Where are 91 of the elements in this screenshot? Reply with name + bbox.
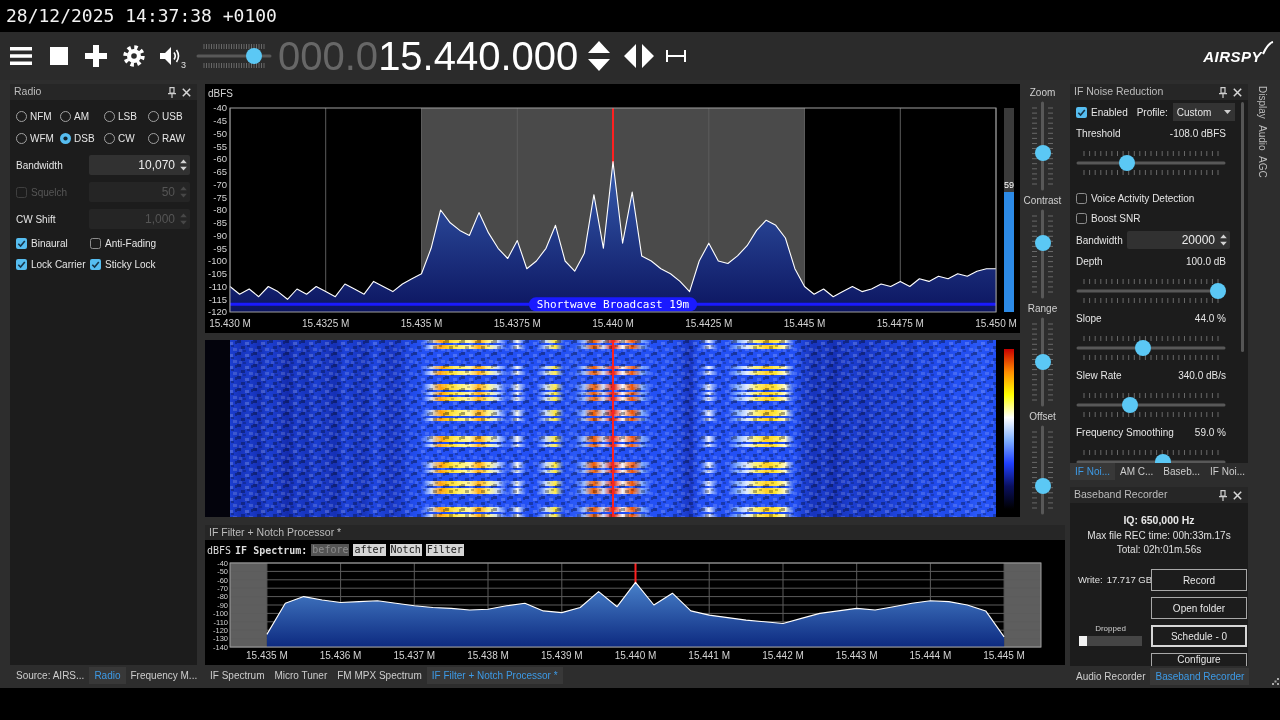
axis-tick-label: -50 [213, 127, 227, 139]
field-label: Bandwidth [1076, 233, 1124, 248]
checkbox-label: Voice Activity Detection [1091, 191, 1195, 206]
axis-tick-label: -120 [208, 306, 227, 318]
mode-label: DSB [74, 131, 95, 146]
recorder-info-text: IQ: 650,000 Hz [1123, 514, 1195, 526]
axis-tick-label: 15.430 M [209, 318, 251, 329]
axis-tick-label: 15.440 M [614, 650, 657, 661]
axis-label: dBFS [208, 88, 233, 99]
mode-label: AM [74, 109, 89, 124]
axis-tick-label: -85 [213, 217, 227, 229]
slider-value: 59.0 % [1194, 425, 1226, 440]
axis-tick-label: 15.450 M [975, 318, 1017, 329]
mode-label: CW [118, 131, 135, 146]
axis-tick-label: 15.444 M [909, 650, 952, 661]
axis-tick-label: 15.438 M [467, 650, 509, 661]
panel-title: Radio [14, 84, 42, 100]
axis-tick-label: -80 [213, 204, 227, 216]
field-label: Profile: [1136, 105, 1168, 120]
checkbox-label: Binaural [31, 236, 68, 251]
band-plan-label: Shortwave Broadcast 19m [528, 297, 698, 312]
slider-value: 100.0 dB [1185, 254, 1226, 269]
axis-tick-label: -60 [213, 153, 227, 165]
axis-tick-label: -55 [213, 140, 227, 152]
field-label: Bandwidth [16, 158, 63, 173]
axis-tick-label: 15.435 M [400, 318, 443, 329]
mode-label: NFM [30, 109, 52, 124]
axis-tick-label: -95 [213, 242, 227, 254]
axis-tick-label: -110 [208, 280, 227, 292]
checkbox-label: Anti-Fading [105, 236, 157, 251]
axis-tick-label: 15.439 M [540, 650, 583, 661]
slider-label: Slew Rate [1076, 368, 1122, 383]
frequency-leading-digits: 000.0 [278, 36, 379, 76]
axis-tick-label: -75 [213, 191, 227, 203]
axis-tick-label: 15.437 M [393, 650, 436, 661]
axis-tick-label: 15.4375 M [493, 318, 541, 329]
speaker-number: 3 [181, 61, 186, 70]
axis-label: dBFS [207, 543, 232, 558]
axis-tick-label: 15.443 M [835, 650, 878, 661]
recorder-info-text: Max file REC time: 00h:33m.17s [1087, 530, 1231, 542]
field-label: Write: [1078, 572, 1103, 587]
slider-value: 340.0 dB/s [1178, 368, 1226, 383]
axis-tick-label: -115 [208, 293, 227, 305]
checkbox-label: Boost SNR [1091, 211, 1141, 226]
axis-tick-label: -90 [213, 229, 227, 241]
axis-tick-label: -70 [213, 178, 227, 190]
panel-title: Baseband Recorder [1074, 487, 1168, 503]
meter-label: Dropped [1095, 625, 1126, 633]
slider-label: Contrast [1022, 193, 1063, 208]
axis-tick-label: 15.4425 M [685, 318, 733, 329]
panel-title: IF Filter + Notch Processor * [209, 524, 342, 540]
frequency-digits: 15.440.000 [378, 36, 579, 76]
axis-tick-label: 15.445 M [783, 318, 826, 329]
axis-tick-label: 15.4475 M [876, 318, 924, 329]
mode-label: LSB [118, 109, 137, 124]
panel-title: IF Noise Reduction [1074, 84, 1164, 100]
axis-tick-label: -65 [213, 166, 227, 178]
checkbox-label: Enabled [1091, 105, 1128, 120]
slider-label: Threshold [1076, 126, 1121, 141]
timestamp-text: 28/12/2025 14:37:38 +0100 [6, 7, 277, 25]
slider-label: Range [1026, 301, 1059, 316]
slider-label: Frequency Smoothing [1076, 425, 1174, 440]
slider-label: Zoom [1028, 85, 1057, 100]
axis-tick-label: -100 [208, 255, 227, 267]
axis-tick-label: -40 [213, 102, 227, 114]
recorder-info-text: Total: 02h:01m.56s [1116, 544, 1202, 556]
field-value: 17.717 GB [1106, 572, 1153, 587]
checkbox-label: Lock Carrier [31, 257, 86, 272]
signal-reading: 59 [1004, 180, 1014, 190]
axis-tick-label: 15.435 M [246, 650, 288, 661]
axis-tick-label: 15.445 M [983, 650, 1025, 661]
field-label: CW Shift [16, 212, 56, 227]
mode-label: RAW [162, 131, 185, 146]
axis-tick-label: 15.436 M [319, 650, 362, 661]
axis-tick-label: 15.4325 M [302, 318, 350, 329]
ref-line-label: Shortwave Broadcast 19m [536, 298, 690, 312]
axis-tick-label: 15.441 M [688, 650, 731, 661]
checkbox-label: Sticky Lock [105, 257, 156, 272]
axis-tick-label: -45 [213, 115, 227, 127]
axis-tick-label: 15.442 M [762, 650, 804, 661]
logo-text: AIRSPY [1203, 48, 1262, 64]
slider-value: 44.0 % [1194, 311, 1226, 326]
slider-label: Offset [1028, 409, 1057, 424]
mode-label: WFM [30, 131, 54, 146]
slider-value: -108.0 dBFS [1169, 126, 1226, 141]
axis-tick-label: 15.440 M [592, 318, 634, 329]
slider-label: Depth [1076, 254, 1103, 269]
mode-label: USB [162, 109, 183, 124]
spectrum-title: IF Spectrum: [235, 543, 308, 558]
axis-tick-label: -105 [208, 268, 227, 280]
slider-label: Slope [1076, 311, 1102, 326]
